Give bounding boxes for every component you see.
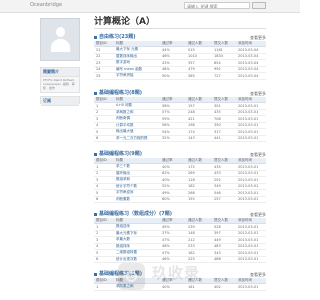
profile-panel: 简要简介 PTCFG Rapid Reflash, oceanpaper, 编辑… (40, 67, 80, 93)
section-header: 基础编程练习(9题) 查看更多 (94, 151, 266, 158)
subscribe-panel: 订阅 (40, 96, 80, 106)
cell: 161 (186, 283, 212, 291)
watermark-text: 玖收录 (152, 264, 201, 282)
cell: 441 (212, 135, 236, 142)
section-basic-practice-1: 基础编程练习(8题) 查看更多 题目ID 标题 通过率 通过人数 提交人数 添加… (94, 90, 266, 142)
profile-panel-text: PTCFG Rapid Reflash, oceanpaper, 编辑 · 审核… (43, 78, 75, 90)
section-title[interactable]: 基础编程练习(8题) (99, 90, 142, 97)
cell: 365 (186, 72, 212, 80)
avatar-body-shape (51, 39, 70, 52)
section-title[interactable]: 基础编程练习（数组成分）(7题) (99, 211, 172, 218)
cell: 2013-03-04 (236, 72, 266, 80)
section-header: 自由练习(23题) 查看更多 (94, 34, 266, 41)
problem-title-link[interactable]: 判断素数 (114, 196, 160, 203)
cell: 40% (160, 283, 186, 291)
cell: 155 (186, 196, 212, 203)
cell: 1 (94, 283, 114, 291)
cell: 2013-03-01 (236, 256, 266, 263)
subscribe-panel-title[interactable]: 订阅 (41, 97, 79, 106)
page-title: 计算概论（A） (94, 17, 155, 27)
table-row[interactable]: 6 求一元二次方程的根 32% 143 441 2013-03-01 (94, 135, 266, 142)
profile-panel-title: 简要简介 (41, 68, 79, 77)
table-row[interactable]: 6 判断素数 60% 155 257 2013-03-01 (94, 196, 266, 203)
cell: 50% (160, 72, 186, 80)
avatar (40, 18, 80, 61)
avatar-head-shape (56, 27, 65, 37)
cell: 6 (94, 135, 114, 142)
section-title[interactable]: 自由练习(23题) (99, 34, 136, 41)
watermark-logo-mark (126, 271, 137, 282)
section-bullet-icon (94, 273, 97, 276)
search-button[interactable] (252, 2, 266, 9)
title-divider (94, 28, 266, 29)
cell: 143 (186, 135, 212, 142)
section-basic-practice-2: 基础编程练习(9题) 查看更多 题目ID 标题 通过率 通过人数 提交人数 添加… (94, 151, 266, 203)
cell: 727 (212, 72, 236, 80)
section-array-practice: 基础编程练习（数组成分）(7题) 查看更多 题目ID 标题 通过率 通过人数 提… (94, 211, 266, 263)
cell: 402 (212, 283, 236, 291)
section-free-practice: 自由练习(23题) 查看更多 题目ID 标题 通过率 通过人数 提交人数 添加时… (94, 34, 266, 80)
top-bar: Oceanbridge 请输入 关键 搜索 (0, 0, 300, 13)
table-row[interactable]: 25 字符串拼接 50% 365 727 2013-03-04 (94, 72, 266, 80)
more-link[interactable]: 查看更多 (250, 271, 266, 278)
section-title[interactable]: 基础编程练习(9题) (99, 151, 142, 158)
problem-title-link[interactable]: 字符串拼接 (114, 72, 160, 80)
problem-table: 题目ID 标题 通过率 通过人数 提交人数 添加时间 1 数组逆序 45% 239 52… (94, 218, 266, 263)
more-link[interactable]: 查看更多 (250, 151, 266, 158)
cell: 2013-03-01 (236, 283, 266, 291)
cell: 486 (212, 256, 236, 263)
cell: 6 (94, 196, 114, 203)
problem-table: 题目ID 标题 通过率 通过人数 提交人数 添加时间 1 求三个数 40% 175 43… (94, 158, 266, 203)
cell: 6 (94, 256, 114, 263)
search-input[interactable]: 请输入 关键 搜索 (184, 2, 250, 9)
section-bullet-icon (94, 92, 97, 95)
cell: 257 (212, 196, 236, 203)
more-link[interactable]: 查看更多 (250, 90, 266, 97)
section-header: 基础编程练习（数组成分）(7题) 查看更多 (94, 211, 266, 218)
section-bullet-icon (94, 213, 97, 216)
section-bullet-icon (94, 153, 97, 156)
cell: 25 (94, 72, 114, 80)
section-header: 基础编程练习(8题) 查看更多 (94, 90, 266, 97)
cell: 32% (160, 135, 186, 142)
site-brand[interactable]: Oceanbridge (30, 2, 62, 8)
problem-table: 题目ID 标题 通过率 通过人数 提交人数 添加时间 1 A+B 问题 58% 157… (94, 97, 266, 142)
cell: 60% (160, 196, 186, 203)
problem-table: 题目ID 标题 通过率 通过人数 提交人数 添加时间 21 最大下标 元素 44% 5… (94, 41, 266, 80)
problem-title-link[interactable]: 求一元二次方程的根 (114, 135, 160, 142)
more-link[interactable]: 查看更多 (250, 34, 266, 41)
cell: 2013-03-01 (236, 196, 266, 203)
section-bullet-icon (94, 36, 97, 39)
cell: 2013-03-01 (236, 135, 266, 142)
more-link[interactable]: 查看更多 (250, 211, 266, 218)
